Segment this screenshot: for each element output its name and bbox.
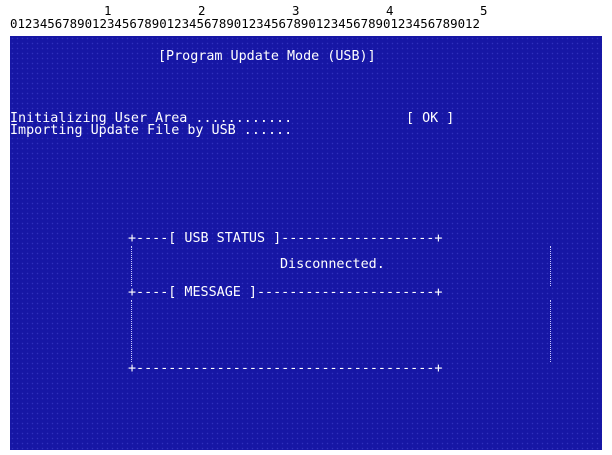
ruler-units-row: 0123456789012345678901234567890123456789…	[10, 16, 480, 31]
usb-status-box-right-edge	[550, 246, 551, 286]
message-box-top: +----[ MESSAGE ]----------------------+	[128, 285, 443, 300]
usb-status-box-left-edge	[131, 246, 132, 286]
message-box-right-edge	[550, 300, 551, 362]
usb-status-box-top: +----[ USB STATUS ]-------------------+	[128, 231, 443, 246]
ruler-tens-label: 5	[480, 3, 488, 18]
update-screen: [Program Update Mode (USB)] Initializing…	[10, 36, 602, 450]
message-box-bottom: +-------------------------------------+	[128, 361, 443, 376]
usb-status-value: Disconnected.	[280, 257, 385, 272]
column-ruler: 1 2 3 4 5 012345678901234567890123456789…	[10, 2, 602, 36]
import-update-file-label: Importing Update File by USB ......	[10, 123, 293, 138]
init-status-ok: [ OK ]	[406, 111, 455, 126]
message-box-left-edge	[131, 300, 132, 362]
screen-title: [Program Update Mode (USB)]	[158, 49, 376, 64]
